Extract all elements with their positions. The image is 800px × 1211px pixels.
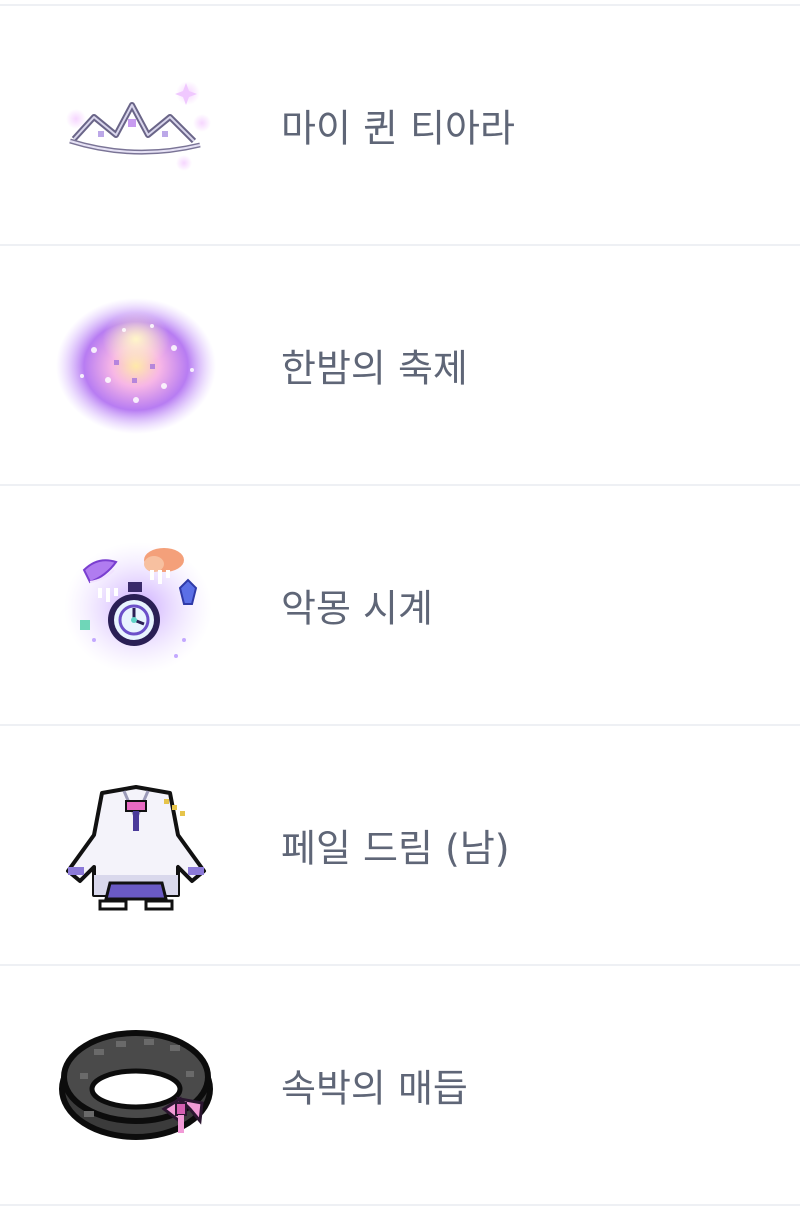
- pale-dream-outfit-icon: [54, 763, 218, 927]
- item-name: 악몽 시계: [281, 586, 433, 631]
- item-name: 속박의 매듭: [281, 1066, 468, 1111]
- item-name: 마이 퀸 티아라: [281, 106, 515, 151]
- list-item[interactable]: 속박의 매듭: [0, 966, 800, 1206]
- nightmare-clock-icon: [54, 523, 218, 687]
- list-item[interactable]: 페일 드림 (남): [0, 726, 800, 966]
- list-item[interactable]: 한밤의 축제: [0, 246, 800, 486]
- bondage-knot-collar-icon: [54, 1003, 218, 1167]
- tiara-icon: [54, 43, 218, 207]
- list-item[interactable]: 마이 퀸 티아라: [0, 6, 800, 246]
- item-list: 마이 퀸 티아라 한밤의 축제 악몽 시계 페일 드림 (남) 속박의 매듭: [0, 6, 800, 1206]
- item-name: 페일 드림 (남): [281, 826, 510, 871]
- item-name: 한밤의 축제: [281, 346, 468, 391]
- list-item[interactable]: 악몽 시계: [0, 486, 800, 726]
- festival-effect-icon: [54, 283, 218, 447]
